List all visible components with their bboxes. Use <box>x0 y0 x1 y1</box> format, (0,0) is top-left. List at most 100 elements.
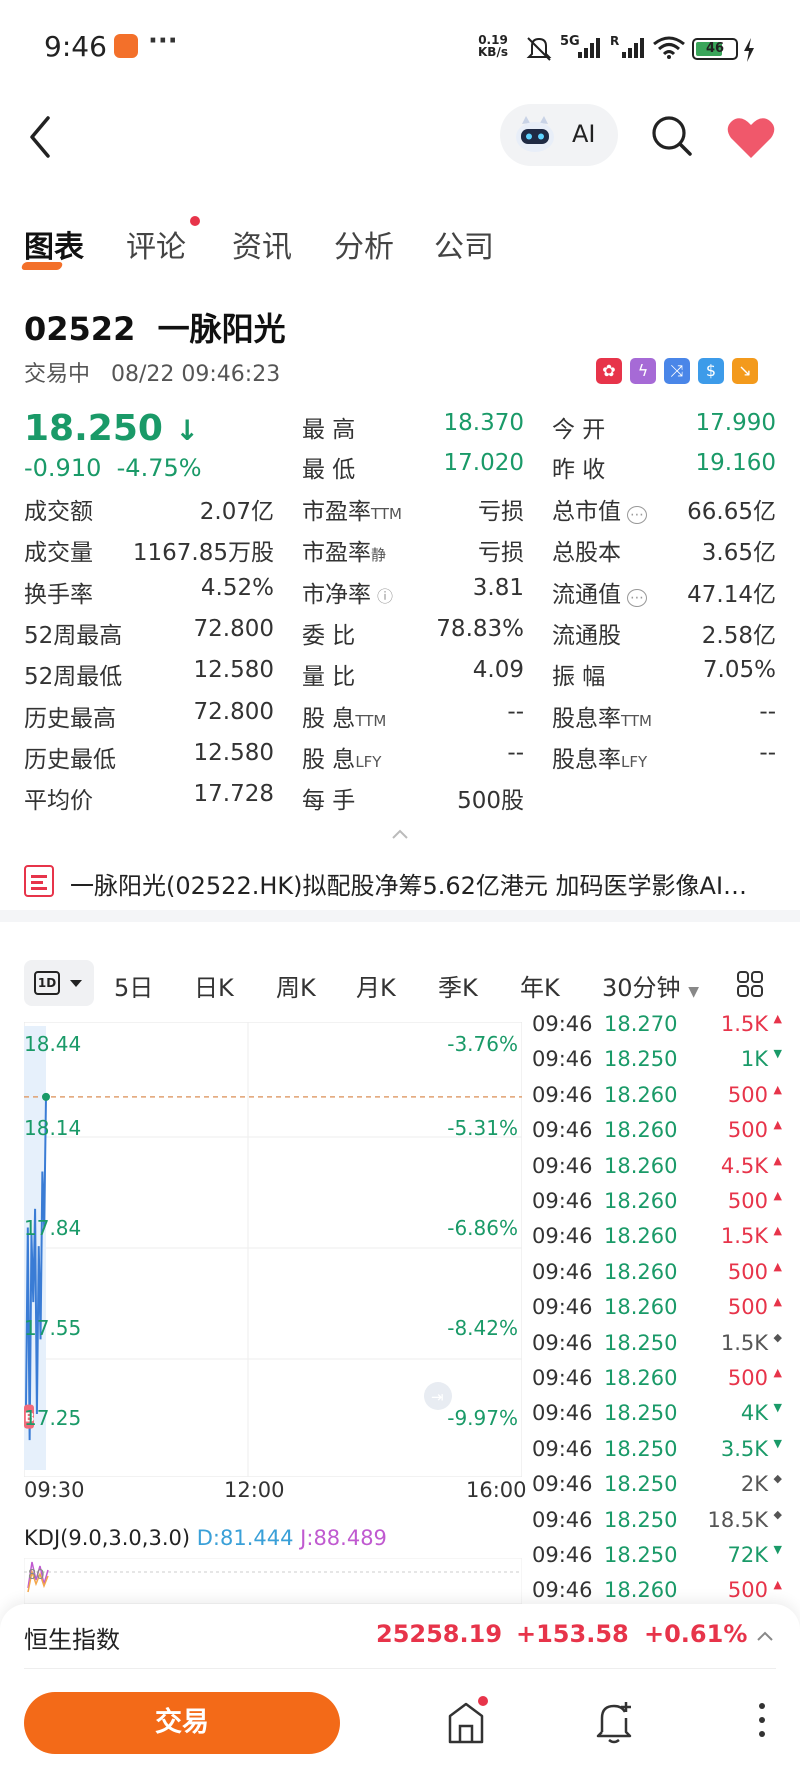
quote-label: 成交量 <box>24 540 93 567</box>
trade-time: 09:46 <box>532 1366 593 1390</box>
quote-label-suffix: LFY <box>355 752 382 771</box>
period-week-k[interactable]: 周K <box>276 968 316 1003</box>
trade-time: 09:46 <box>532 1472 593 1497</box>
signal-roaming-label: R <box>610 34 620 48</box>
tab-chart[interactable]: 图表 <box>24 222 84 266</box>
tab-company[interactable]: 公司 <box>434 222 494 266</box>
quote-value: 3.65亿 <box>701 540 776 567</box>
quote-label-text: 总股本 <box>552 540 621 567</box>
quote-label: 股 息TTM <box>302 699 386 733</box>
tab-comments[interactable]: 评论 <box>126 222 186 266</box>
y-tick-label: 18.14 <box>24 1116 82 1140</box>
quote-label: 流通股 <box>552 616 621 650</box>
info-icon[interactable]: ⋯ <box>627 588 647 607</box>
info-icon[interactable]: ⓘ <box>377 587 393 606</box>
quote-label-text: 总市值 <box>552 499 621 525</box>
home-icon[interactable] <box>446 1700 486 1744</box>
trade-price: 18.260 <box>604 1153 678 1178</box>
trade-direction-icon: ▲ <box>773 1082 782 1096</box>
chart-jump-icon: ⇥ <box>431 1388 444 1406</box>
kdj-j: J:88.489 <box>300 1526 387 1550</box>
status-time: 9:46 <box>44 30 107 63</box>
trade-price: 18.250 <box>604 1047 678 1072</box>
status-bar: 9:46 ··· 0.19 KB/s 5G R 46 <box>0 0 800 100</box>
quote-value: 47.14亿 <box>687 581 776 608</box>
kdj-d: D:81.444 <box>196 1526 294 1550</box>
index-name[interactable]: 恒生指数 <box>24 1620 120 1655</box>
trade-time: 09:46 <box>532 1436 593 1461</box>
alert-bell-icon[interactable] <box>594 1698 634 1744</box>
trade-direction-icon: ▲ <box>773 1153 782 1167</box>
quote-value: 4.09 <box>472 657 524 684</box>
quote-value: 亏损 <box>478 540 524 567</box>
back-button[interactable] <box>22 112 62 162</box>
period-day-k[interactable]: 日K <box>194 968 234 1003</box>
quote-value: -- <box>759 698 776 725</box>
trade-volume: 72K <box>727 1543 769 1567</box>
trade-price: 18.260 <box>604 1366 678 1390</box>
trade-volume: 1K <box>740 1047 768 1072</box>
period-year-k[interactable]: 年K <box>520 968 560 1003</box>
index-value: 25258.19 <box>376 1620 503 1648</box>
trade-direction-icon: ▲ <box>773 1189 782 1202</box>
quote-label: 流通值 ⋯ <box>552 575 647 609</box>
trade-volume: 1.5K <box>720 1330 768 1355</box>
period-month-k[interactable]: 月K <box>356 968 396 1003</box>
favorite-heart-icon[interactable] <box>726 116 776 160</box>
trade-volume: 500 <box>727 1259 768 1284</box>
trade-row: 09:46 18.250 1K ▼ <box>532 1047 782 1081</box>
expand-up-icon[interactable] <box>756 1630 774 1642</box>
period-5d[interactable]: 5日 <box>114 968 153 1003</box>
lightning-icon[interactable]: ϟ <box>630 358 656 384</box>
price-value: 18.250 <box>24 408 163 449</box>
quote-value: 2.07亿 <box>199 499 274 525</box>
trade-volume: 500 <box>727 1366 768 1390</box>
comments-badge <box>190 216 200 226</box>
period-interval[interactable]: 30分钟 ▼ <box>602 968 699 1003</box>
tab-bar: 图表 评论 资讯 分析 公司 <box>0 222 800 282</box>
ai-assistant-button[interactable]: AI <box>500 104 618 166</box>
quote-label: 平均价 <box>24 788 93 815</box>
news-headline[interactable]: 一脉阳光(02522.HK)拟配股净筹5.62亿港元 加码医学影像AI… <box>70 866 747 901</box>
quote-value: 72.800 <box>193 698 274 725</box>
tab-analysis[interactable]: 分析 <box>334 222 394 266</box>
hk-flag-icon[interactable]: ✿ <box>596 358 622 384</box>
trade-volume: 4K <box>740 1401 768 1426</box>
trade-time: 09:46 <box>532 1295 593 1320</box>
trade-direction-icon: ▲ <box>773 1259 782 1273</box>
kdj-chart <box>24 1558 522 1604</box>
collapse-caret-icon[interactable] <box>390 828 410 840</box>
trade-time: 09:46 <box>532 1047 593 1072</box>
quote-value: 1167.85万股 <box>132 540 274 567</box>
trade-price: 18.250 <box>604 1507 678 1532</box>
quote-label-suffix: 静 <box>371 546 387 565</box>
dollar-icon[interactable]: $ <box>698 358 724 384</box>
quote-label: 市盈率静 <box>302 533 386 567</box>
quote-value: 500股 <box>457 788 524 815</box>
trend-down-icon[interactable]: ↘ <box>732 358 758 384</box>
trade-direction-icon: ▼ <box>773 1543 782 1556</box>
quote-label: 振 幅 <box>552 657 605 691</box>
quote-label-text: 流通股 <box>552 622 621 649</box>
trade-button[interactable]: 交易 <box>24 1692 340 1754</box>
quote-value: 72.800 <box>193 615 274 642</box>
quote-label: 52周最高 <box>24 622 123 649</box>
shuffle-icon[interactable]: ⤨ <box>664 358 690 384</box>
quote-label-text: 股 息 <box>302 746 356 773</box>
info-icon[interactable]: ⋯ <box>627 506 647 524</box>
more-options-icon[interactable] <box>756 1700 768 1740</box>
search-icon[interactable] <box>650 114 694 158</box>
pct-tick-label: -8.42% <box>447 1316 518 1340</box>
chart-layout-icon[interactable] <box>736 970 764 998</box>
quote-value: 18.370 <box>443 410 524 436</box>
quote-value: 19.160 <box>695 450 776 476</box>
quote-label: 市盈率TTM <box>302 492 402 526</box>
period-1d-selector[interactable]: 1D <box>24 960 94 1006</box>
period-quarter-k[interactable]: 季K <box>438 968 478 1003</box>
tab-news[interactable]: 资讯 <box>232 222 292 266</box>
trade-price: 18.260 <box>604 1295 678 1320</box>
home-badge <box>478 1696 488 1706</box>
y-tick-label: 17.55 <box>24 1316 82 1340</box>
trade-direction-icon: ◆ <box>773 1507 782 1521</box>
quote-label-text: 流通值 <box>552 581 621 608</box>
